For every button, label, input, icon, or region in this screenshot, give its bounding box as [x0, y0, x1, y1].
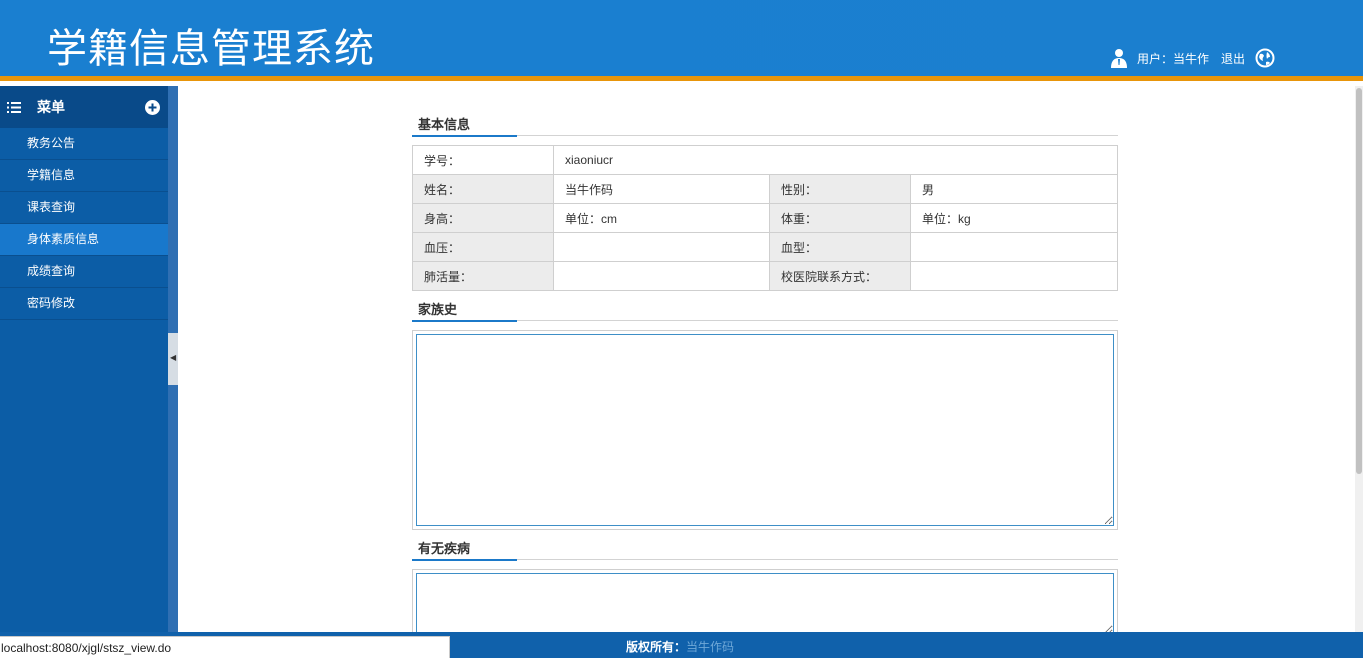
- student-id-label: 学号：: [412, 145, 554, 175]
- table-row: 血压： 血型：: [412, 232, 1118, 262]
- status-url-bar: localhost:8080/xjgl/stsz_view.do: [0, 636, 450, 658]
- scrollbar-thumb[interactable]: [1356, 88, 1362, 474]
- table-row: 肺活量： 校医院联系方式：: [412, 261, 1118, 291]
- user-icon: [1110, 49, 1127, 68]
- disease-box: [412, 569, 1118, 632]
- table-row: 身高： 单位：cm 体重： 单位：kg: [412, 203, 1118, 233]
- user-name-text: 用户：当牛作: [1136, 51, 1209, 66]
- student-id-value: xiaoniucr: [553, 145, 1118, 175]
- section-title: 基本信息: [418, 117, 471, 132]
- collapse-handle[interactable]: ◀: [168, 333, 178, 385]
- main-content: 基本信息 学号： xiaoniucr 姓名： 当牛作码 性别： 男 身高： 单位…: [178, 86, 1355, 632]
- vertical-scrollbar[interactable]: [1355, 86, 1363, 632]
- section-basic-info: 基本信息: [412, 86, 1118, 137]
- sidebar: 菜单 教务公告 学籍信息 课表查询 身体素质信息 成绩查询 密码修改: [0, 86, 168, 632]
- copyright-owner: 当牛作码: [686, 640, 735, 654]
- height-label: 身高：: [412, 203, 554, 233]
- blood-pressure-label: 血压：: [412, 232, 554, 262]
- lung-capacity-label: 肺活量：: [412, 261, 554, 291]
- section-disease: 有无疾病: [412, 530, 1118, 561]
- blood-type-label: 血型：: [769, 232, 911, 262]
- gender-label: 性别：: [769, 174, 911, 204]
- table-row: 姓名： 当牛作码 性别： 男: [412, 174, 1118, 204]
- section-family-history: 家族史: [412, 291, 1118, 322]
- clinic-contact-label: 校医院联系方式：: [769, 261, 911, 291]
- sidebar-item-timetable[interactable]: 课表查询: [0, 192, 168, 224]
- weight-value: 单位：kg: [910, 203, 1118, 233]
- sidebar-splitter[interactable]: ◀: [168, 86, 178, 632]
- blood-type-value: [910, 232, 1118, 262]
- physical-info-form: 基本信息 学号： xiaoniucr 姓名： 当牛作码 性别： 男 身高： 单位…: [412, 86, 1118, 632]
- section-title: 有无疾病: [418, 541, 471, 556]
- app-title: 学籍信息管理系统: [47, 26, 375, 72]
- name-value: 当牛作码: [553, 174, 770, 204]
- gender-value: 男: [910, 174, 1118, 204]
- section-title: 家族史: [418, 302, 458, 317]
- sidebar-item-grades[interactable]: 成绩查询: [0, 256, 168, 288]
- logout-link[interactable]: 退出: [1221, 50, 1245, 67]
- sidebar-item-physical-info[interactable]: 身体素质信息: [0, 224, 168, 256]
- clinic-contact-value: [910, 261, 1118, 291]
- app-header: 学籍信息管理系统 用户：当牛作 退出: [0, 0, 1363, 81]
- disease-textarea[interactable]: [416, 573, 1114, 632]
- plus-circle-icon[interactable]: [145, 100, 160, 115]
- sidebar-item-student-info[interactable]: 学籍信息: [0, 160, 168, 192]
- copyright: 版权所有：当牛作码: [626, 638, 734, 655]
- blood-pressure-value: [553, 232, 770, 262]
- family-history-box: [412, 330, 1118, 530]
- copyright-label: 版权所有：: [626, 640, 687, 654]
- family-history-textarea[interactable]: [416, 334, 1114, 526]
- sidebar-item-password[interactable]: 密码修改: [0, 288, 168, 320]
- menu-header[interactable]: 菜单: [0, 86, 168, 128]
- globe-icon[interactable]: [1255, 48, 1275, 68]
- weight-label: 体重：: [769, 203, 911, 233]
- menu-title: 菜单: [37, 99, 65, 115]
- basic-info-table: 学号： xiaoniucr 姓名： 当牛作码 性别： 男 身高： 单位：cm 体…: [412, 145, 1118, 291]
- list-icon: [7, 101, 21, 113]
- lung-capacity-value: [553, 261, 770, 291]
- name-label: 姓名：: [412, 174, 554, 204]
- sidebar-item-announcements[interactable]: 教务公告: [0, 128, 168, 160]
- table-row: 学号： xiaoniucr: [412, 145, 1118, 175]
- height-value: 单位：cm: [553, 203, 770, 233]
- collapse-arrow-icon: ◀: [170, 353, 177, 362]
- user-bar: 用户：当牛作 退出: [1110, 48, 1275, 68]
